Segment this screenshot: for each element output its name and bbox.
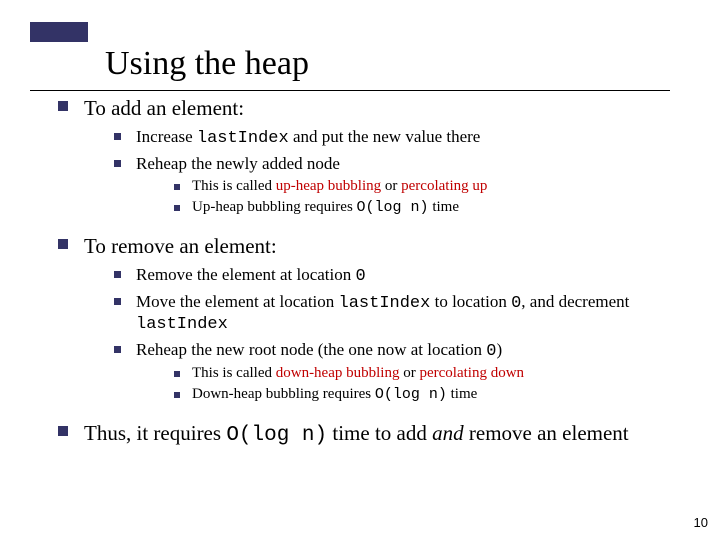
code-ologn-final: O(log n)	[226, 424, 327, 447]
bullet-remove-at-0: Remove the element at location 0	[114, 265, 688, 286]
code-zero-1: 0	[356, 267, 366, 286]
code-lastindex: lastIndex	[197, 129, 289, 148]
bullet-reheap-root: Reheap the new root node (the one now at…	[114, 340, 688, 403]
code-zero-3: 0	[486, 342, 496, 361]
code-ologn-down: O(log n)	[375, 386, 447, 403]
bullet-increase-lastindex: Increase lastIndex and put the new value…	[114, 127, 688, 148]
code-lastindex-3: lastIndex	[136, 315, 228, 334]
slide-title: Using the heap	[105, 44, 309, 83]
bullet-remove-element: To remove an element: Remove the element…	[58, 234, 688, 403]
title-accent-bar	[30, 22, 88, 42]
heading-add: To add an element:	[84, 96, 244, 120]
bullet-add-element: To add an element: Increase lastIndex an…	[58, 96, 688, 216]
bullet-downheap-time: Down-heap bubbling requires O(log n) tim…	[172, 386, 688, 403]
bullet-move-and-decrement: Move the element at location lastIndex t…	[114, 292, 688, 334]
slide: Using the heap To add an element: Increa…	[0, 0, 720, 540]
code-ologn-up: O(log n)	[357, 199, 429, 216]
bullet-upheap-name: This is called up-heap bubbling or perco…	[172, 178, 688, 195]
bullet-conclusion: Thus, it requires O(log n) time to add a…	[58, 421, 688, 447]
heading-remove: To remove an element:	[84, 234, 277, 258]
code-lastindex-2: lastIndex	[339, 294, 431, 313]
page-number: 10	[694, 515, 708, 530]
slide-body: To add an element: Increase lastIndex an…	[58, 96, 688, 453]
bullet-downheap-name: This is called down-heap bubbling or per…	[172, 365, 688, 382]
bullet-upheap-time: Up-heap bubbling requires O(log n) time	[172, 199, 688, 216]
conclusion-text: Thus, it requires O(log n) time to add a…	[84, 421, 629, 445]
code-zero-2: 0	[511, 294, 521, 313]
bullet-reheap-new-node: Reheap the newly added node This is call…	[114, 154, 688, 216]
title-block: Using the heap	[30, 22, 309, 83]
title-underline	[30, 90, 670, 91]
